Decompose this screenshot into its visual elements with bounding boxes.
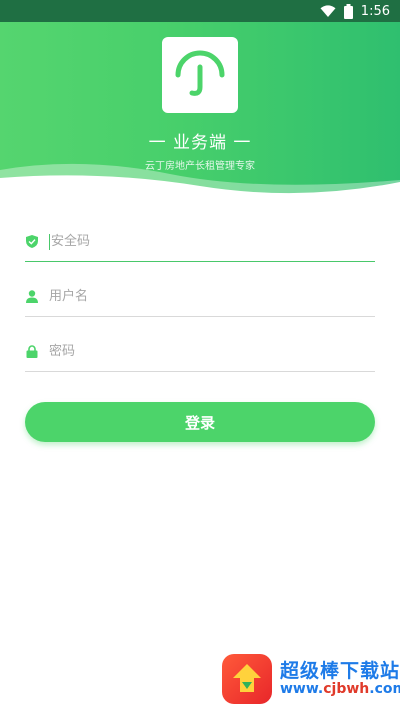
text-caret xyxy=(49,233,50,250)
watermark-url: www.cjbwh.com xyxy=(280,680,400,697)
download-site-logo-icon xyxy=(222,654,272,704)
watermark-name: 超级棒下载站 xyxy=(280,659,400,682)
watermark-url-prefix: www. xyxy=(280,680,324,697)
header-wave xyxy=(0,163,400,200)
battery-icon xyxy=(343,3,353,19)
shield-check-icon xyxy=(25,235,39,249)
status-time: 1:56 xyxy=(360,3,390,19)
security-code-input[interactable] xyxy=(51,226,351,257)
app-title: 一 业务端 一 xyxy=(148,133,252,153)
password-input[interactable] xyxy=(49,336,349,367)
watermark: 超级棒下载站 www.cjbwh.com xyxy=(222,652,400,706)
login-button[interactable]: 登录 xyxy=(25,402,375,442)
umbrella-j-logo-icon xyxy=(170,43,230,107)
user-icon xyxy=(25,290,39,304)
password-field[interactable] xyxy=(25,332,375,372)
username-field[interactable] xyxy=(25,277,375,317)
watermark-url-suffix: .com xyxy=(369,680,400,697)
header-banner: 一 业务端 一 云丁房地产长租管理专家 xyxy=(0,22,400,200)
lock-icon xyxy=(25,345,39,359)
security-code-field[interactable] xyxy=(25,222,375,262)
app-logo xyxy=(162,37,238,113)
wifi-icon xyxy=(320,4,336,18)
watermark-url-host: cjbwh xyxy=(323,680,370,697)
username-input[interactable] xyxy=(49,281,349,312)
status-bar: 1:56 xyxy=(0,0,400,22)
